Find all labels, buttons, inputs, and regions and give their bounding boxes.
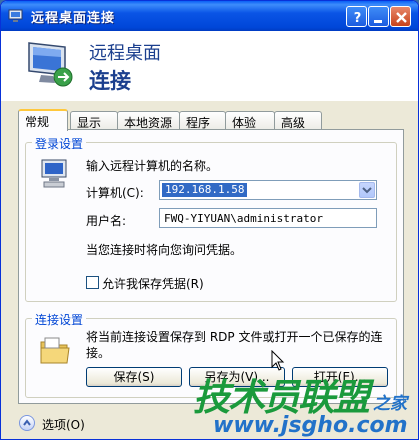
connection-settings-title: 连接设置 — [32, 311, 87, 328]
credentials-note: 当您连接时将向您询问凭据。 — [86, 243, 243, 257]
tab-label: 常规 — [25, 115, 50, 129]
computer-icon — [41, 159, 67, 188]
monitor-connection-icon — [28, 42, 73, 87]
username-label: 用户名: — [86, 214, 127, 228]
tab-label: 体验 — [232, 116, 257, 130]
watermark-url: www.jsgho.com — [213, 413, 408, 438]
tab-label: 高级 — [281, 116, 306, 130]
computer-label: 计算机(C): — [86, 186, 144, 200]
watermark-suffix: 之家 — [373, 394, 407, 414]
login-settings-title: 登录设置 — [32, 135, 87, 152]
tab-display[interactable]: 显示 — [70, 111, 118, 130]
connection-description: 将当前连接设置保存到 RDP 文件或打开一个已保存的连接。 — [86, 330, 383, 360]
help-icon: ? — [354, 11, 362, 26]
options-label[interactable]: 选项(O) — [42, 416, 85, 433]
tab-programs[interactable]: 程序 — [179, 111, 226, 130]
tab-label: 程序 — [186, 116, 211, 130]
computer-prompt: 输入远程计算机的名称。 — [86, 159, 219, 173]
minimize-button[interactable] — [368, 6, 389, 27]
remote-desktop-icon — [8, 9, 23, 22]
options-toggle[interactable] — [19, 415, 35, 431]
help-button[interactable]: ? — [346, 6, 367, 27]
banner-title-line1: 远程桌面 — [89, 43, 161, 64]
folder-icon — [40, 337, 70, 364]
login-settings-group: 登录设置 输入远程计算机的名称。 计算机(C): 192.168.1.58 用户… — [25, 135, 397, 302]
close-button[interactable] — [390, 6, 411, 27]
tab-general[interactable]: 常规 — [18, 109, 68, 131]
dropdown-arrow[interactable] — [359, 182, 375, 198]
close-icon — [396, 12, 407, 23]
tab-panel-general: 登录设置 输入远程计算机的名称。 计算机(C): 192.168.1.58 用户… — [18, 129, 404, 404]
title-bar[interactable]: 远程桌面连接 ? — [1, 1, 418, 31]
chevron-up-icon — [23, 419, 31, 426]
tab-label: 本地资源 — [124, 116, 173, 130]
computer-value: 192.168.1.58 — [162, 183, 248, 197]
save-button[interactable]: 保存(S) — [86, 367, 182, 387]
save-credentials-checkbox[interactable] — [86, 276, 99, 289]
minimize-icon — [374, 20, 382, 23]
tab-advanced[interactable]: 高级 — [274, 111, 322, 130]
tab-local-resources[interactable]: 本地资源 — [117, 111, 180, 130]
save-credentials-label[interactable]: 允许我保存凭据(R) — [102, 275, 204, 292]
window-title: 远程桌面连接 — [31, 11, 116, 26]
tab-label: 显示 — [77, 116, 102, 130]
remote-desktop-window: 远程桌面连接 ? 远程桌面 连接 常规 显示 本地资源 程序 体验 高级 登录设… — [0, 0, 419, 440]
banner-title-line2: 连接 — [89, 69, 131, 93]
computer-combobox[interactable]: 192.168.1.58 — [159, 180, 377, 200]
chevron-down-icon — [362, 187, 372, 194]
username-field[interactable]: FWQ-YIYUAN\administrator — [159, 208, 377, 228]
tab-experience[interactable]: 体验 — [225, 111, 275, 130]
header-banner: 远程桌面 连接 — [1, 31, 418, 101]
svg-text:?: ? — [354, 11, 362, 26]
